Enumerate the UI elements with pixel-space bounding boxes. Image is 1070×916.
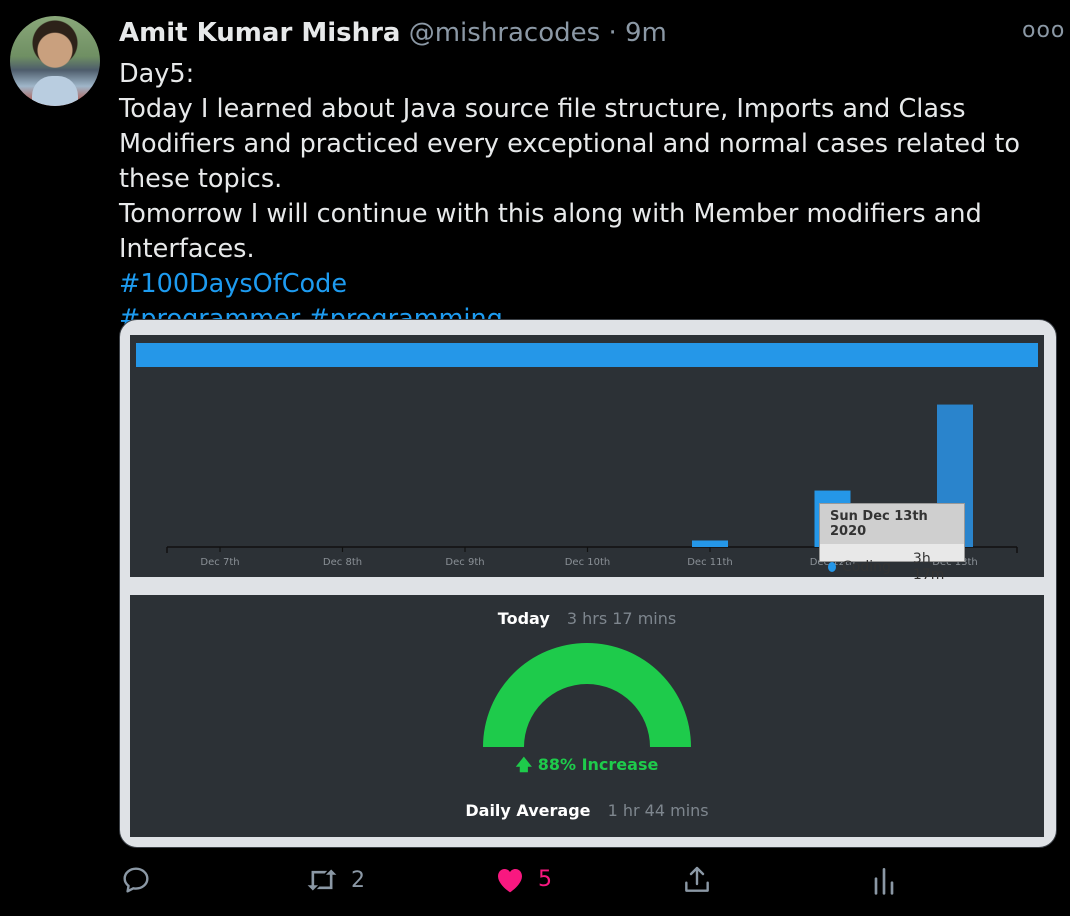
- bar-dec-11th[interactable]: [692, 540, 728, 547]
- x-tick-label: Dec 8th: [323, 557, 362, 568]
- today-label: Today: [497, 609, 550, 628]
- x-tick-label: Dec 11th: [687, 557, 733, 568]
- author-name[interactable]: Amit Kumar Mishra: [119, 18, 400, 48]
- chart-tooltip: Sun Dec 13th 2020 Coding 3h 17m: [819, 503, 965, 583]
- like-button[interactable]: 5: [494, 864, 552, 894]
- daily-stats-panel: Today 3 hrs 17 mins 🡅 88% Increase Daily…: [130, 595, 1044, 837]
- retweet-icon: [307, 869, 337, 891]
- more-options-icon[interactable]: ooo: [1022, 18, 1065, 43]
- share-button[interactable]: [681, 864, 713, 896]
- header-separator: ·: [608, 18, 617, 48]
- tooltip-row: Coding 3h 17m: [820, 544, 964, 590]
- heart-icon: [498, 869, 522, 893]
- increase-text: 88% Increase: [537, 755, 659, 774]
- like-count: 5: [538, 866, 552, 892]
- today-value: 3 hrs 17 mins: [566, 609, 677, 628]
- tooltip-series-dot: [828, 562, 837, 572]
- arrow-up-icon: 🡅: [515, 755, 533, 774]
- tweet-line-3: Tomorrow I will continue with this along…: [119, 199, 982, 264]
- analytics-button[interactable]: [870, 864, 898, 896]
- tweet-line-2: Today I learned about Java source file s…: [119, 94, 1021, 194]
- tooltip-series-name: Coding: [842, 559, 891, 575]
- share-icon: [685, 866, 709, 892]
- today-summary: Today 3 hrs 17 mins: [130, 609, 1044, 628]
- tweet-header: Amit Kumar Mishra @mishracodes · 9m: [119, 18, 667, 48]
- today-gauge: [483, 643, 691, 747]
- retweet-button[interactable]: 2: [305, 864, 365, 896]
- tooltip-value: 3h 17m: [912, 551, 945, 583]
- author-handle[interactable]: @mishracodes: [409, 18, 600, 48]
- tweet-line-1: Day5:: [119, 59, 195, 89]
- tweet-text: Day5: Today I learned about Java source …: [119, 57, 1059, 337]
- author-avatar[interactable]: [10, 16, 100, 106]
- reply-button[interactable]: [120, 864, 152, 896]
- x-tick-label: Dec 9th: [445, 557, 484, 568]
- tweet-time[interactable]: 9m: [625, 18, 667, 48]
- x-tick-label: Dec 10th: [565, 557, 611, 568]
- coding-activity-chart-panel: Dec 7th Dec 8th Dec 9th Dec 10th Dec 11th Dec…: [130, 335, 1044, 583]
- increase-indicator: 🡅 88% Increase: [130, 754, 1044, 781]
- daily-average-summary: Daily Average 1 hr 44 mins: [130, 801, 1044, 820]
- tweet-media-image[interactable]: Dec 7th Dec 8th Dec 9th Dec 10th Dec 11th Dec…: [119, 319, 1057, 848]
- tooltip-date: Sun Dec 13th 2020: [820, 504, 964, 544]
- analytics-icon: [874, 868, 894, 895]
- daily-average-value: 1 hr 44 mins: [607, 801, 709, 820]
- hashtag-100daysofcode[interactable]: #100DaysOfCode: [119, 267, 1059, 302]
- tweet-actions: 2 5: [0, 864, 1070, 904]
- daily-average-label: Daily Average: [465, 801, 591, 820]
- retweet-count: 2: [351, 867, 365, 893]
- x-tick-label: Dec 7th: [200, 557, 239, 568]
- reply-icon: [123, 867, 149, 893]
